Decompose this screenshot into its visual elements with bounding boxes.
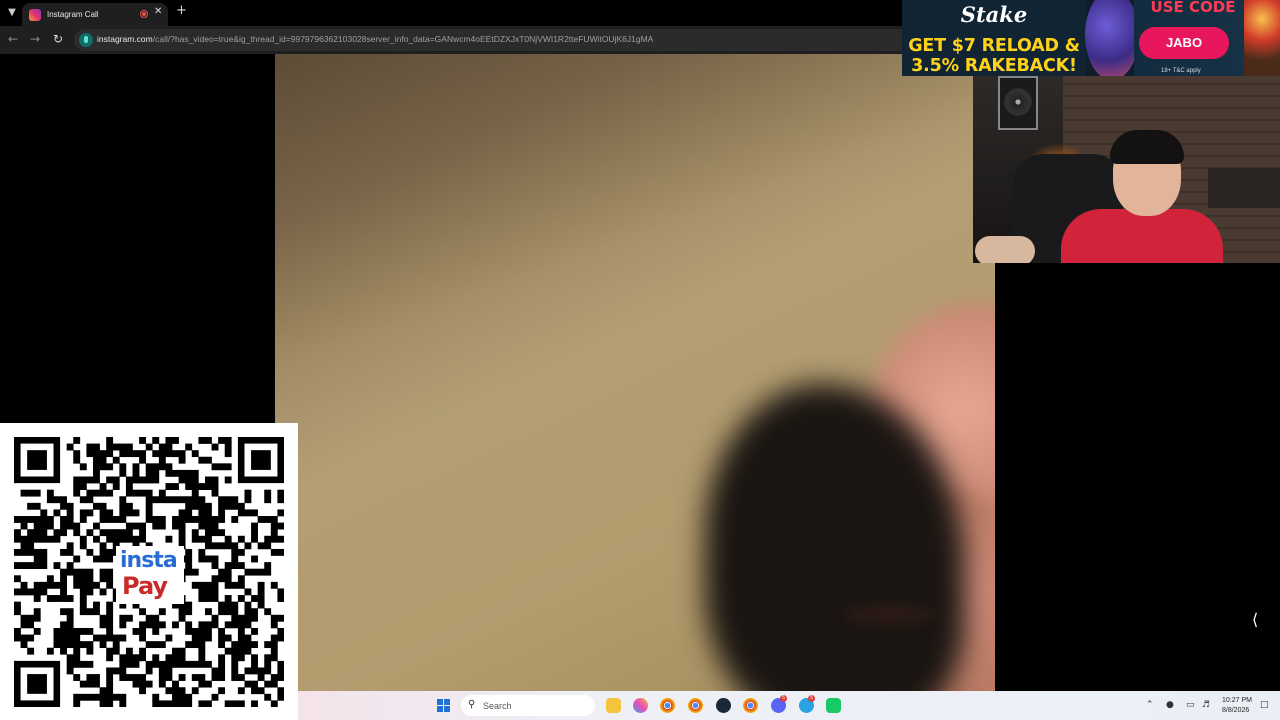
address-bar[interactable]: instagram.com/call/?has_video=true&ig_th… xyxy=(74,29,914,51)
instagram-icon xyxy=(29,8,41,21)
new-tab-button[interactable]: + xyxy=(176,3,187,18)
show-hidden-icons-chevron-icon[interactable]: ⌃ xyxy=(1146,700,1154,710)
close-tab-icon[interactable]: ✕ xyxy=(154,6,162,17)
caller-eye xyxy=(845,604,935,626)
video-call-remote-feed xyxy=(275,54,995,691)
ad-headline: GET $7 RELOAD & 3.5% RAKEBACK! xyxy=(902,36,1086,76)
discord-icon[interactable]: 5 xyxy=(771,695,787,713)
taskbar-search-box[interactable]: ⚲ Search xyxy=(461,695,595,716)
panel-collapse-chevron-icon[interactable]: ⟨ xyxy=(1252,610,1258,629)
reload-button[interactable]: ↻ xyxy=(51,32,65,46)
stake-logo: Stake xyxy=(960,2,1028,27)
green-app-icon[interactable] xyxy=(826,698,841,713)
clock-date[interactable]: 8/8/2026 xyxy=(1222,707,1249,714)
recording-indicator-icon xyxy=(140,10,148,18)
url-text[interactable]: instagram.com/call/?has_video=true&ig_th… xyxy=(97,34,653,44)
windows-start-icon[interactable] xyxy=(437,699,451,713)
microphone-icon[interactable]: ● xyxy=(1166,700,1174,710)
vinyl-record-icon xyxy=(998,76,1038,130)
tab-title: Instagram Call xyxy=(47,10,99,19)
chrome-alt-icon[interactable] xyxy=(743,698,758,713)
notification-icon[interactable]: □ xyxy=(1260,700,1269,710)
telegram-icon[interactable]: 5 xyxy=(799,695,815,713)
back-button[interactable]: ← xyxy=(6,32,20,46)
steam-icon[interactable] xyxy=(716,698,731,713)
network-icon[interactable]: ▭ xyxy=(1186,700,1195,710)
use-code-label: USE CODE xyxy=(1150,0,1236,16)
copilot-icon[interactable] xyxy=(633,698,648,713)
ad-terms: 18+ T&C apply xyxy=(1161,68,1201,74)
site-info-icon[interactable] xyxy=(79,33,93,47)
search-icon: ⚲ xyxy=(468,699,476,710)
discord-badge: 5 xyxy=(780,695,787,702)
forward-button[interactable]: → xyxy=(28,32,42,46)
ad-headline-line1: GET $7 RELOAD & xyxy=(908,36,1080,56)
promo-code-badge: JABO xyxy=(1139,27,1229,59)
windows-taskbar: ⚲ Search 5 5 ⌃ ● ▭ ♬ 10:27 PM 8/8/2026 □ xyxy=(298,691,1280,720)
ad-mascot-decoration xyxy=(1244,0,1280,76)
streamer-webcam xyxy=(973,76,1280,263)
tab-instagram-call[interactable]: Instagram Call ✕ xyxy=(22,3,168,26)
streamer-shirt xyxy=(1061,209,1223,263)
ad-headline-line2: 3.5% RAKEBACK! xyxy=(911,56,1077,76)
instapay-logo: insta Pay xyxy=(116,546,184,604)
volume-icon[interactable]: ♬ xyxy=(1202,700,1210,710)
ad-decoration xyxy=(1085,0,1139,76)
chrome-profile-icon[interactable] xyxy=(688,698,703,713)
streamer-hair xyxy=(1110,130,1184,164)
tab-search-chevron-icon[interactable]: ▼ xyxy=(4,4,20,20)
file-explorer-icon[interactable] xyxy=(606,698,621,713)
chrome-icon[interactable] xyxy=(660,698,675,713)
sponsor-banner: Stake GET $7 RELOAD & 3.5% RAKEBACK! USE… xyxy=(902,0,1280,76)
search-placeholder: Search xyxy=(483,701,512,711)
telegram-badge: 5 xyxy=(808,695,815,702)
clock-time[interactable]: 10:27 PM xyxy=(1222,697,1252,704)
